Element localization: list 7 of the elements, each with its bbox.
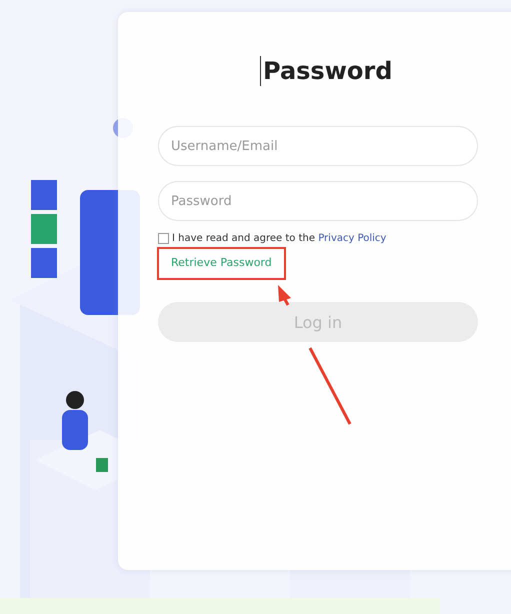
username-field[interactable]: Username/Email bbox=[158, 126, 478, 166]
agreement-checkbox[interactable] bbox=[158, 233, 169, 244]
password-field[interactable]: Password bbox=[158, 181, 478, 221]
form-title: Password bbox=[260, 56, 511, 86]
agreement-text: I have read and agree to the Privacy Policy bbox=[172, 233, 386, 244]
retrieve-password-link[interactable]: Retrieve Password bbox=[157, 247, 286, 280]
privacy-policy-link[interactable]: Privacy Policy bbox=[318, 233, 386, 244]
